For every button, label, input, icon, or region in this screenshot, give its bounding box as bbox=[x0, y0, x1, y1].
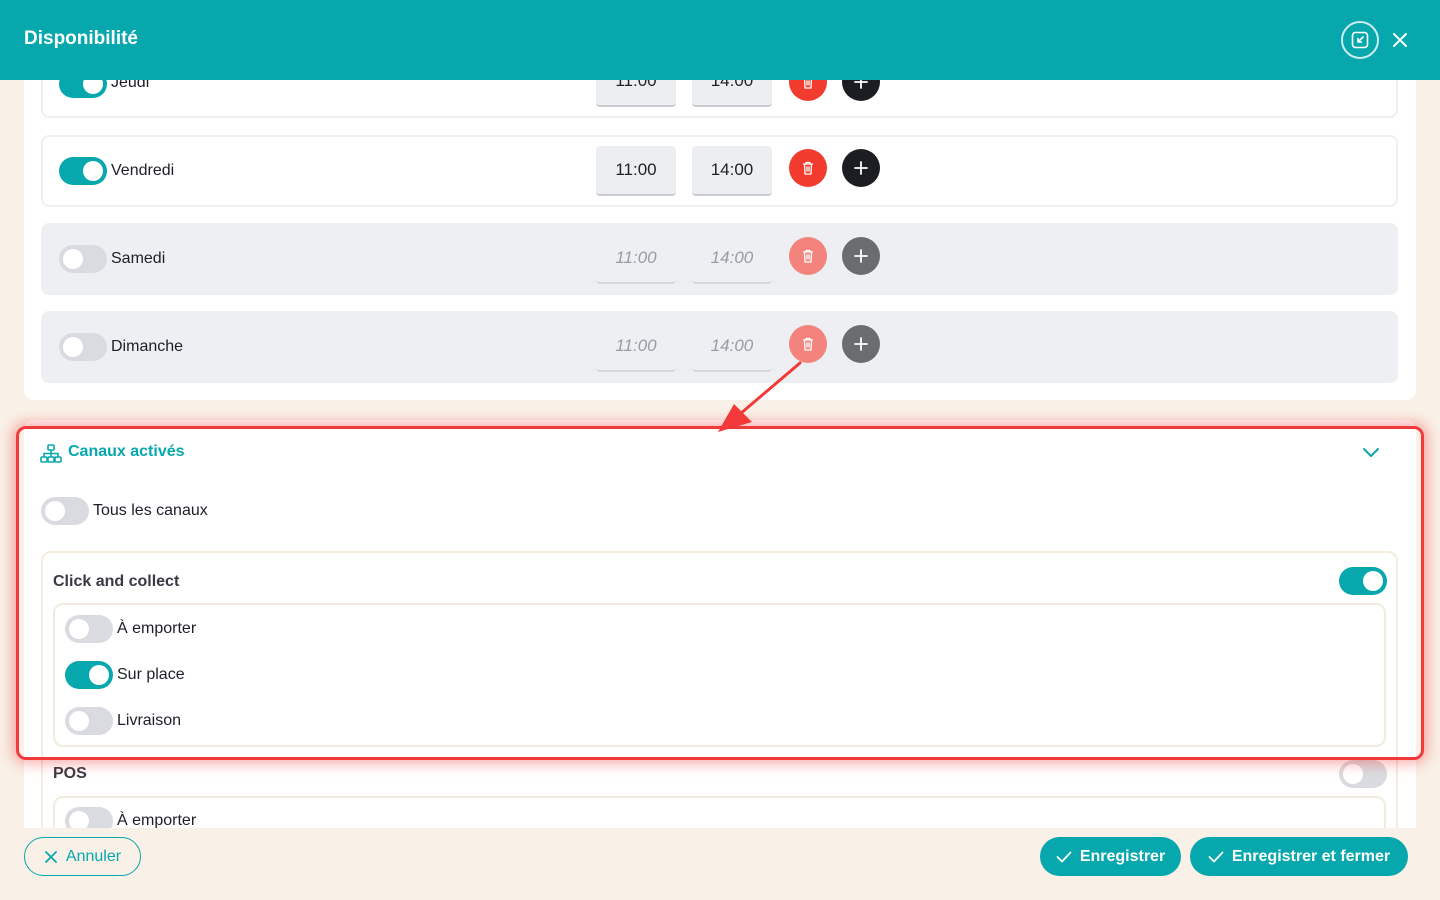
plus-icon bbox=[854, 161, 868, 175]
day-toggle-vendredi[interactable] bbox=[59, 157, 107, 185]
option-label-a-emporter: À emporter bbox=[117, 620, 197, 637]
option-label-pos-a-emporter: À emporter bbox=[117, 812, 197, 828]
day-row-samedi: Samedi 11:00 14:00 bbox=[41, 223, 1398, 295]
channels-section-title[interactable]: Canaux activés bbox=[68, 443, 185, 461]
chevron-down-icon[interactable] bbox=[1362, 447, 1380, 459]
day-toggle-jeudi[interactable] bbox=[59, 80, 107, 98]
delete-slot-button-vendredi[interactable] bbox=[789, 149, 827, 187]
day-toggle-samedi[interactable] bbox=[59, 245, 107, 273]
close-icon bbox=[1393, 33, 1407, 47]
day-row-dimanche: Dimanche 11:00 14:00 bbox=[41, 311, 1398, 383]
day-label-jeudi: Jeudi bbox=[111, 80, 150, 91]
day-label-dimanche: Dimanche bbox=[111, 338, 184, 355]
option-toggle-a-emporter[interactable] bbox=[65, 615, 113, 643]
start-time-jeudi[interactable]: 11:00 bbox=[596, 80, 676, 107]
add-slot-button-vendredi[interactable] bbox=[842, 149, 880, 187]
option-label-sur-place: Sur place bbox=[117, 666, 185, 683]
day-row-vendredi: Vendredi 11:00 14:00 bbox=[41, 135, 1398, 207]
plus-icon bbox=[854, 337, 868, 351]
end-time-vendredi[interactable]: 14:00 bbox=[692, 146, 772, 196]
add-slot-button-samedi[interactable] bbox=[842, 237, 880, 275]
day-row-jeudi: Jeudi 11:00 14:00 bbox=[41, 80, 1398, 118]
end-time-samedi[interactable]: 14:00 bbox=[692, 234, 772, 284]
option-label-livraison: Livraison bbox=[117, 712, 182, 729]
save-button[interactable]: Enregistrer bbox=[1040, 837, 1181, 876]
channel-group-toggle-pos[interactable] bbox=[1339, 760, 1387, 788]
channels-network-icon bbox=[40, 444, 62, 463]
delete-slot-button-jeudi[interactable] bbox=[789, 80, 827, 101]
option-toggle-sur-place[interactable] bbox=[65, 661, 113, 689]
channel-options-box bbox=[53, 603, 1386, 747]
start-time-dimanche[interactable]: 11:00 bbox=[596, 322, 676, 372]
end-time-dimanche[interactable]: 14:00 bbox=[692, 322, 772, 372]
save-button-label: Enregistrer bbox=[1079, 847, 1166, 865]
modal-title: Disponibilité bbox=[24, 28, 138, 49]
delete-slot-button-dimanche[interactable] bbox=[789, 325, 827, 363]
save-and-close-button[interactable]: Enregistrer et fermer bbox=[1190, 837, 1408, 876]
trash-icon bbox=[803, 80, 813, 89]
day-label-samedi: Samedi bbox=[111, 250, 166, 267]
all-channels-label: Tous les canaux bbox=[93, 502, 208, 519]
collapse-window-button[interactable] bbox=[1341, 21, 1379, 59]
close-icon bbox=[45, 850, 57, 863]
start-time-vendredi[interactable]: 11:00 bbox=[596, 146, 676, 196]
check-icon bbox=[1208, 851, 1224, 862]
modal-footer: Annuler Enregistrer Enregistrer et ferme… bbox=[0, 828, 1440, 900]
modal-content[interactable]: Jeudi 11:00 14:00 Vendredi 11:00 14:00 S… bbox=[0, 80, 1440, 828]
close-button[interactable] bbox=[1388, 28, 1412, 52]
plus-icon bbox=[854, 249, 868, 263]
option-toggle-livraison[interactable] bbox=[65, 707, 113, 735]
channel-group-toggle-click-and-collect[interactable] bbox=[1339, 567, 1387, 595]
day-toggle-dimanche[interactable] bbox=[59, 333, 107, 361]
option-toggle-pos-a-emporter[interactable] bbox=[65, 807, 113, 828]
check-icon bbox=[1056, 851, 1072, 862]
all-channels-toggle[interactable] bbox=[41, 497, 89, 525]
cancel-button-label: Annuler bbox=[65, 847, 122, 865]
save-and-close-button-label: Enregistrer et fermer bbox=[1231, 847, 1391, 865]
day-label-vendredi: Vendredi bbox=[111, 162, 175, 179]
add-slot-button-jeudi[interactable] bbox=[842, 80, 880, 101]
collapse-window-icon bbox=[1351, 31, 1369, 49]
trash-icon bbox=[803, 249, 813, 263]
trash-icon bbox=[803, 337, 813, 351]
modal-header: Disponibilité bbox=[0, 0, 1440, 80]
channel-options-box bbox=[53, 796, 1386, 828]
cancel-button[interactable]: Annuler bbox=[24, 837, 141, 876]
channel-group-title: POS bbox=[53, 765, 87, 782]
plus-icon bbox=[854, 80, 868, 89]
end-time-jeudi[interactable]: 14:00 bbox=[692, 80, 772, 107]
channel-group-title: Click and collect bbox=[53, 573, 180, 590]
add-slot-button-dimanche[interactable] bbox=[842, 325, 880, 363]
trash-icon bbox=[803, 161, 813, 175]
start-time-samedi[interactable]: 11:00 bbox=[596, 234, 676, 284]
delete-slot-button-samedi[interactable] bbox=[789, 237, 827, 275]
